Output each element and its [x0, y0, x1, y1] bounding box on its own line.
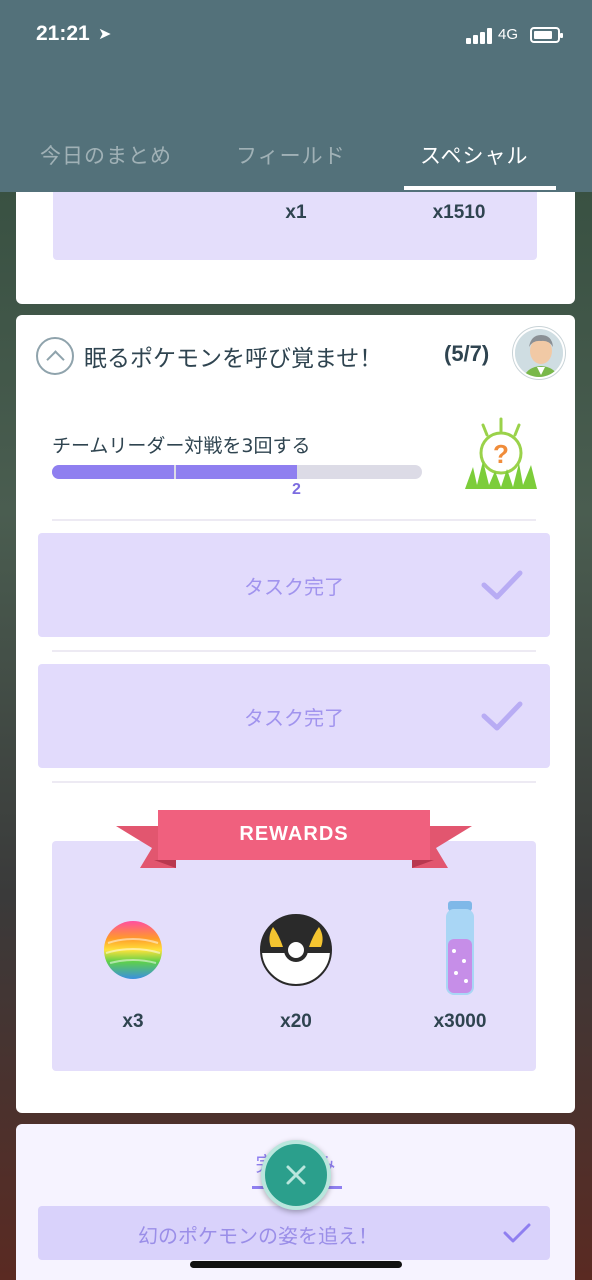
- close-button[interactable]: [261, 1140, 331, 1210]
- divider: [52, 519, 536, 521]
- ultra-ball-icon: [259, 913, 333, 991]
- progress-segment-divider: [297, 465, 299, 479]
- quest-step-count: (5/7): [444, 341, 490, 366]
- tab-special[interactable]: スペシャル: [420, 140, 529, 170]
- status-bar: 21:21 ➤ 4G: [0, 0, 592, 70]
- completed-quest-label: 幻のポケモンの姿を追え！: [138, 1224, 378, 1248]
- divider: [52, 650, 536, 652]
- rare-candy-icon: [102, 919, 164, 985]
- close-icon: [286, 1165, 306, 1185]
- svg-text:?: ?: [493, 439, 509, 469]
- completed-quest-row[interactable]: 幻のポケモンの姿を追え！: [38, 1206, 550, 1260]
- previous-reward-qty: x1: [285, 202, 307, 223]
- tab-today-summary[interactable]: 今日のまとめ: [40, 140, 172, 170]
- home-indicator: [190, 1261, 402, 1268]
- mystery-encounter-icon: ?: [461, 415, 541, 495]
- reward-qty: x3: [122, 1011, 144, 1032]
- app-header: 21:21 ➤ 4G 今日のまとめ フィールド スペシャル: [0, 0, 592, 192]
- stardust-icon: [442, 899, 478, 1003]
- battery-icon: [530, 27, 563, 43]
- professor-avatar: [513, 327, 565, 379]
- active-tab-indicator: [404, 186, 556, 190]
- journal-tabs: 今日のまとめ フィールド スペシャル: [0, 130, 592, 192]
- special-quest-card: 眠るポケモンを呼び覚ませ！ (5/7) チームリーダー対戦を3回する 2 ? タ…: [16, 315, 575, 1113]
- status-time: 21:21: [36, 22, 90, 45]
- rewards-title: REWARDS: [239, 823, 349, 845]
- signal-icon: [466, 28, 494, 44]
- quest-title: 眠るポケモンを呼び覚ませ！: [84, 346, 383, 372]
- progress-segment-divider: [174, 465, 176, 479]
- check-icon: [481, 701, 523, 731]
- previous-reward-qty: x1510: [432, 202, 486, 223]
- reward-qty: x3000: [433, 1011, 487, 1032]
- task-progress-bar: [52, 465, 422, 479]
- collapse-chevron-up-icon[interactable]: [36, 337, 74, 375]
- network-type: 4G: [498, 26, 519, 43]
- check-icon: [503, 1223, 531, 1243]
- tab-field[interactable]: フィールド: [236, 140, 346, 170]
- task-complete-label: タスク完了: [244, 706, 344, 730]
- completed-task-row: タスク完了: [38, 664, 550, 768]
- check-icon: [481, 570, 523, 600]
- task-description: チームリーダー対戦を3回する: [52, 435, 311, 457]
- task-complete-label: タスク完了: [244, 575, 344, 599]
- task-progress-value: 2: [292, 481, 301, 498]
- divider: [52, 781, 536, 783]
- reward-qty: x20: [280, 1011, 312, 1032]
- completed-task-row: タスク完了: [38, 533, 550, 637]
- location-arrow-icon: ➤: [98, 24, 112, 43]
